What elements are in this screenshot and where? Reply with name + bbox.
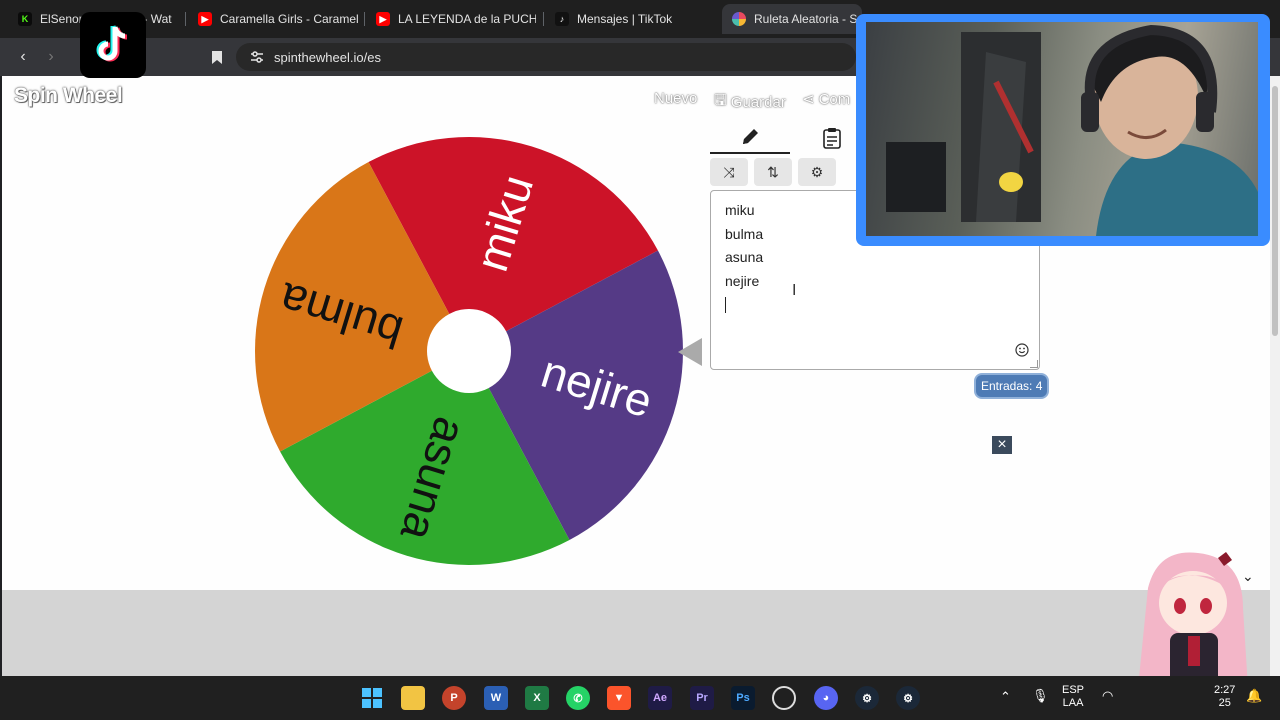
whatsapp-icon[interactable]: ✆	[566, 686, 590, 710]
pencil-icon	[743, 129, 758, 144]
sort-icon: ⇅	[767, 163, 779, 180]
file-explorer-icon[interactable]	[401, 686, 425, 710]
webcam-feed	[866, 22, 1258, 236]
share-label: Com	[818, 90, 851, 108]
site-logo[interactable]: Spin Wheel	[14, 84, 123, 108]
save-icon: 🖫	[714, 92, 727, 109]
tiktok-icon	[96, 25, 128, 62]
screen: K ElSenor2 - Wat ▶ Caramella Girls - Car…	[0, 0, 1280, 720]
save-label: Guardar	[730, 94, 786, 111]
shuffle-icon: ⤨	[723, 163, 735, 180]
tab-ruleta-active[interactable]: Ruleta Aleatoria - S	[722, 4, 862, 34]
sort-button[interactable]: ⇅	[754, 158, 792, 186]
keyboard-layout-label: LAA	[1062, 697, 1084, 709]
youtube-icon: ▶	[198, 12, 212, 26]
new-label: Nuevo	[654, 90, 698, 107]
discord-icon[interactable]: ◕	[814, 686, 838, 710]
language-indicator[interactable]: ESP LAA	[1062, 684, 1084, 710]
settings-button[interactable]: ⚙	[798, 158, 836, 186]
emoji-icon[interactable]	[1015, 343, 1029, 357]
photoshop-icon[interactable]: Ps	[731, 686, 755, 710]
kick-icon: K	[18, 12, 32, 26]
steam-icon[interactable]: ⚙	[855, 686, 879, 710]
text-caret	[725, 297, 726, 313]
mouse-ibeam-cursor-icon: I	[792, 282, 797, 299]
microphone-icon[interactable]: 🎙	[1032, 689, 1049, 702]
windows-start-icon[interactable]	[360, 686, 384, 710]
premiere-icon[interactable]: Pr	[690, 686, 714, 710]
clock-time: 2:27	[1214, 684, 1236, 696]
wheel-pointer-icon	[678, 338, 702, 366]
tab-youtube-caramella[interactable]: ▶ Caramella Girls - Caramell	[188, 4, 358, 34]
tiktok-logo-overlay	[80, 12, 146, 78]
obs-icon[interactable]	[772, 686, 796, 710]
brave-browser-icon[interactable]: ▼	[607, 686, 631, 710]
close-icon[interactable]: ×	[992, 436, 1012, 454]
tiktok-icon: ♪	[555, 12, 569, 26]
back-icon[interactable]: ‹	[12, 46, 34, 68]
webcam-overlay	[856, 14, 1270, 246]
page-footer-area	[2, 590, 1270, 676]
word-icon[interactable]: W	[484, 686, 508, 710]
entry-line: asuna	[725, 249, 764, 265]
bookmark-icon[interactable]	[206, 46, 228, 68]
share-icon: ⋖	[802, 91, 815, 108]
resize-handle[interactable]	[1030, 360, 1038, 368]
share-button[interactable]: ⋖ Com	[802, 90, 851, 109]
tab-label: Caramella Girls - Caramell	[220, 12, 358, 26]
notification-bell-icon[interactable]: 🔔	[1246, 689, 1262, 702]
tab-label-tail: - Wat	[143, 12, 172, 26]
scroll-thumb[interactable]	[1272, 86, 1278, 336]
save-button[interactable]: 🖫 Guardar	[714, 90, 786, 115]
tab-youtube-leyenda[interactable]: ▶ LA LEYENDA de la PUCHA	[366, 4, 536, 34]
page-scrollbar[interactable]	[1270, 76, 1280, 676]
address-bar[interactable]: spinthewheel.io/es	[236, 43, 880, 71]
youtube-icon: ▶	[376, 12, 390, 26]
tab-entries[interactable]	[710, 122, 790, 154]
editor-toolbar: ⤨ ⇅ ⚙	[710, 158, 836, 186]
tab-label: LA LEYENDA de la PUCHA	[398, 12, 536, 26]
language-label: ESP	[1062, 684, 1085, 696]
site-info-icon[interactable]	[250, 50, 264, 64]
windows-taskbar: P W X ✆ ▼ Ae Pr Ps ◕ ⚙ ⚙ ⌃ 🎙 ESP LAA ◠ 2…	[0, 676, 1280, 720]
entry-line: nejire	[725, 272, 760, 289]
powerpoint-icon[interactable]: P	[442, 686, 466, 710]
new-button[interactable]: Nuevo	[654, 90, 697, 107]
clipboard-icon	[823, 128, 841, 149]
editor-tabs	[710, 122, 870, 156]
forward-icon[interactable]: ›	[40, 46, 62, 68]
entries-count-badge: Entradas: 4	[974, 373, 1050, 399]
tray-chevron-up-icon[interactable]: ⌃	[1000, 690, 1011, 703]
clock[interactable]: 2:27 25	[1214, 684, 1235, 710]
steam-icon-2[interactable]: ⚙	[896, 686, 920, 710]
tab-label: Ruleta Aleatoria - S	[754, 12, 858, 26]
wheel-icon	[732, 12, 746, 26]
shuffle-button[interactable]: ⤨	[710, 158, 748, 186]
wheel-center[interactable]	[427, 309, 511, 393]
after-effects-icon[interactable]: Ae	[648, 686, 672, 710]
tab-label: Mensajes | TikTok	[577, 12, 673, 26]
clock-date: 25	[1218, 697, 1231, 709]
spin-wheel[interactable]: mikunejireasunabulma	[252, 134, 686, 568]
url-text: spinthewheel.io/es	[274, 49, 381, 65]
wifi-icon[interactable]: ◠	[1102, 689, 1113, 702]
tab-tiktok[interactable]: ♪ Mensajes | TikTok	[545, 4, 715, 34]
excel-icon[interactable]: X	[525, 686, 549, 710]
gear-icon: ⚙	[810, 163, 824, 180]
